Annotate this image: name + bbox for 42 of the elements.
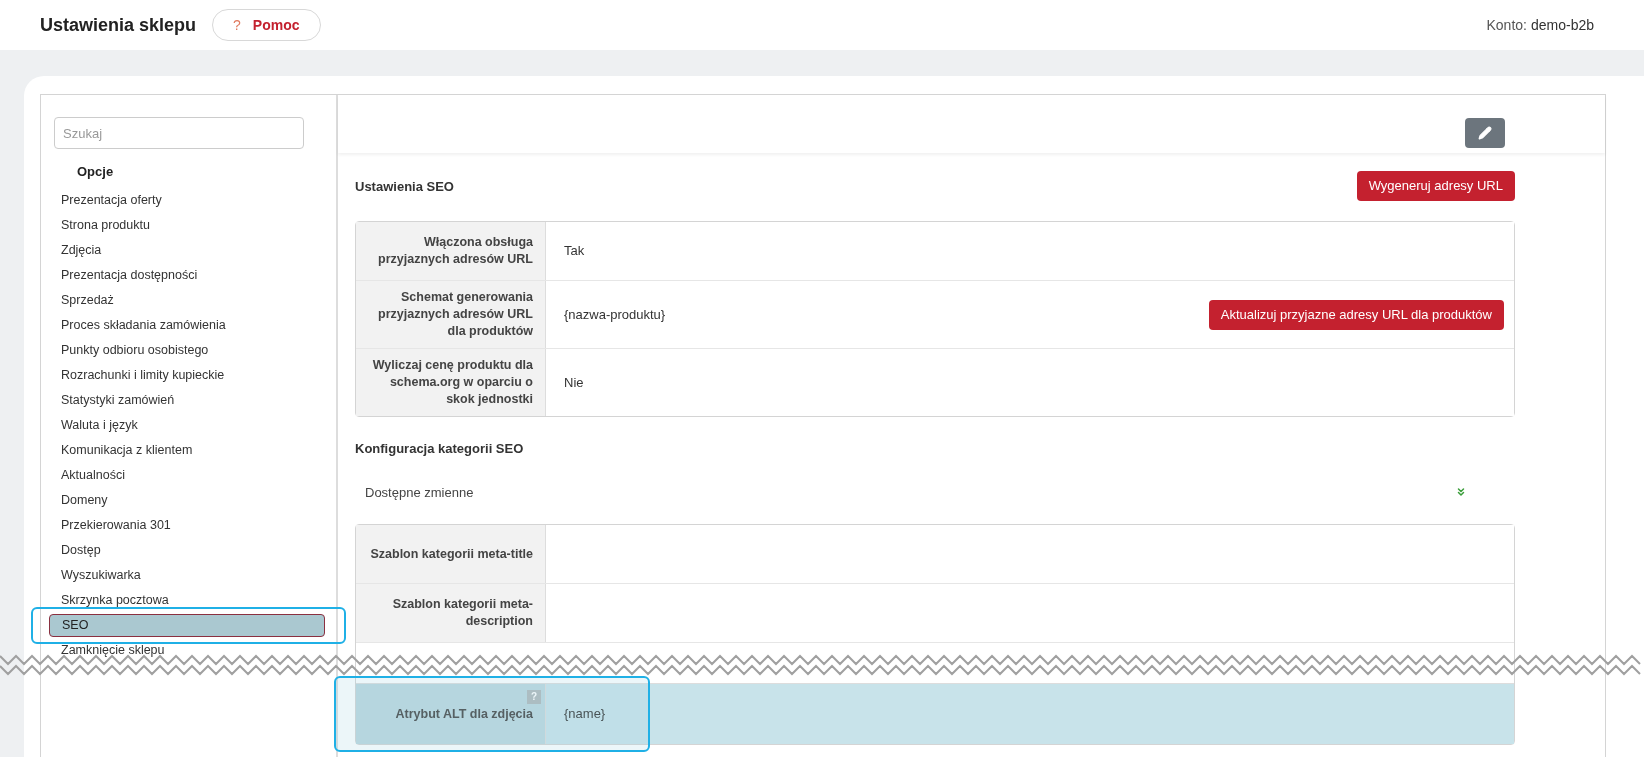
sidebar-item[interactable]: Proces składania zamówienia (49, 313, 325, 337)
account-label: Konto: (1486, 15, 1527, 35)
edit-button[interactable] (1465, 118, 1505, 148)
field-value: Nie (564, 373, 584, 392)
sidebar-item[interactable]: Komunikacja z klientem (49, 438, 325, 462)
field-label: Szablon kategorii meta-title (370, 545, 533, 563)
field-label: Atrybut ALT dla zdjęcia (395, 705, 533, 723)
generate-urls-button[interactable]: Wygeneruj adresy URL (1356, 171, 1515, 201)
pencil-icon (1478, 126, 1492, 140)
sidebar-item[interactable]: Punkty odbioru osobistego (49, 338, 325, 362)
sidebar-item[interactable]: Sprzedaż (49, 288, 325, 312)
sidebar-item[interactable]: SEO (49, 613, 325, 637)
sidebar-item[interactable]: Waluta i język (49, 413, 325, 437)
sidebar-item[interactable]: Przekierowania 301 (49, 513, 325, 537)
sidebar-item[interactable]: Prezentacja oferty (49, 188, 325, 212)
sidebar-item[interactable]: Domeny (49, 488, 325, 512)
section-heading: Opcje (77, 163, 114, 181)
field-label: Schemat generowania przyjaznych adresów URL dla produktów (377, 289, 533, 340)
account-name: demo-b2b (1530, 15, 1594, 35)
field-value: Tak (564, 242, 585, 261)
double-chevron-down-icon (1455, 486, 1467, 499)
expander-toggle[interactable]: Dostępne zmienne (355, 482, 1515, 502)
sidebar-item[interactable]: Aktualności (49, 463, 325, 487)
sidebar-item[interactable]: Dostęp (49, 538, 325, 562)
search-field[interactable]: Szukaj (54, 117, 304, 149)
sidebar-item[interactable]: Wyszukiwarka (49, 563, 325, 587)
section-title: Konfiguracja kategorii SEO (355, 440, 524, 458)
sidebar-item[interactable]: Zamknięcie sklepu (49, 638, 325, 662)
sidebar-item[interactable]: Skrzynka pocztowa (49, 588, 325, 612)
page-title: Ustawienia sklepu (40, 13, 197, 37)
sidebar-item[interactable]: Strona produktu (49, 213, 325, 237)
field-label: Wyliczaj cenę produktu dla schema.org w oparciu o skok jednostki (371, 357, 533, 408)
sidebar-item[interactable]: Zdjęcia (49, 238, 325, 262)
sidebar-item[interactable]: Prezentacja dostępności (49, 263, 325, 287)
field-value: {name} (564, 705, 606, 724)
section-title: Ustawienia SEO (355, 178, 454, 196)
field-value: {nazwa-produktu} (564, 305, 666, 324)
update-urls-button[interactable]: Aktualizuj przyjazne adresy URL dla produktów (1208, 299, 1504, 330)
field-label: Szablon kategorii meta-description (391, 596, 533, 630)
field-label: Włączona obsługa przyjaznych adresów URL (377, 234, 533, 268)
sidebar-item[interactable]: Rozrachunki i limity kupieckie (49, 363, 325, 387)
sidebar-item[interactable]: Statystyki zamówień (49, 388, 325, 412)
